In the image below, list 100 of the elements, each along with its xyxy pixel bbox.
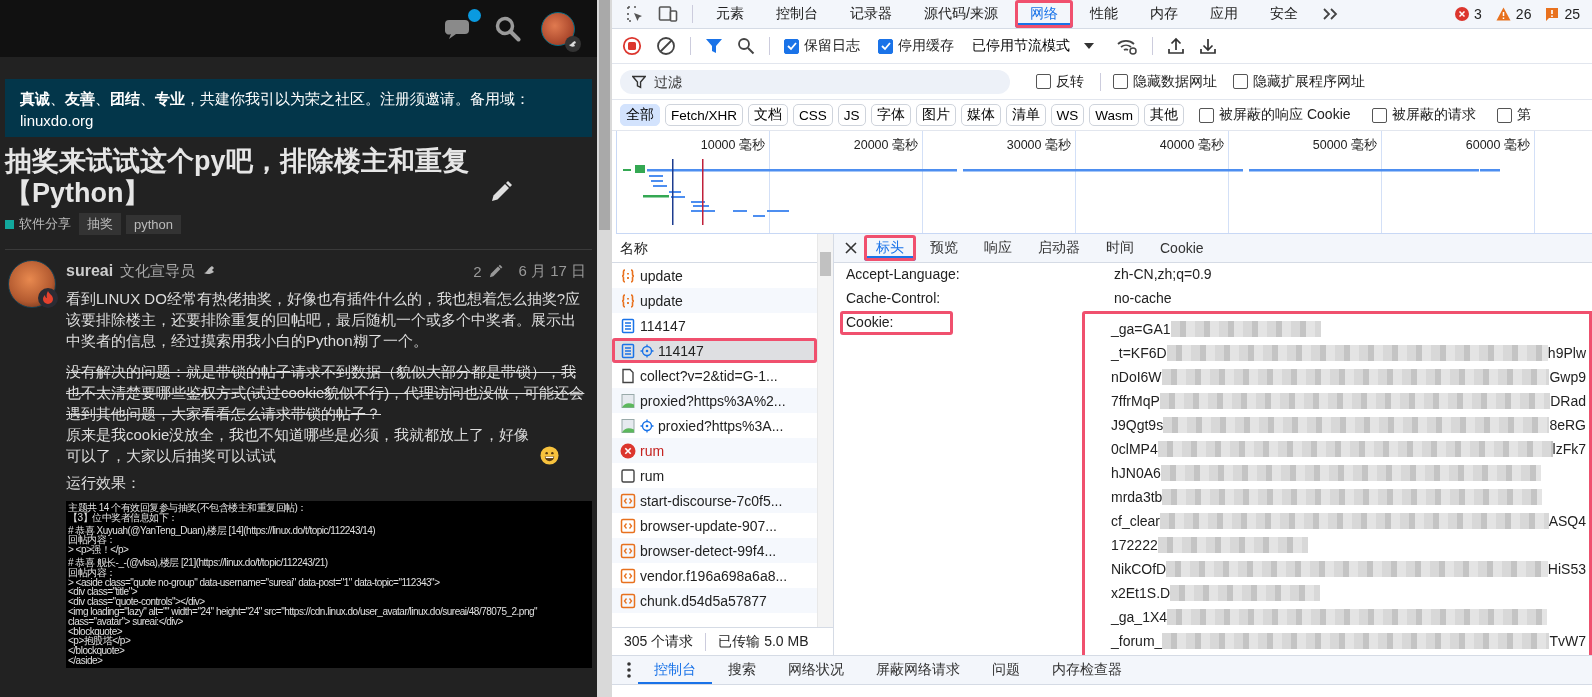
panel-tab[interactable]: 控制台 <box>761 0 833 28</box>
type-filter-chip[interactable]: 清单 <box>1005 104 1046 126</box>
pencil-icon[interactable] <box>488 263 504 279</box>
clear-icon[interactable] <box>656 36 676 56</box>
request-row[interactable]: collect?v=2&tid=G-1... <box>612 363 817 388</box>
avatar[interactable] <box>541 11 575 46</box>
request-row[interactable]: proxied?https%3A... <box>612 413 817 438</box>
type-filter-chip[interactable]: Fetch/XHR <box>665 104 744 126</box>
request-row[interactable]: chunk.d54d5a57877 <box>612 588 817 613</box>
request-row[interactable]: browser-detect-99f4... <box>612 538 817 563</box>
request-row[interactable]: rum <box>612 438 817 463</box>
inspect-icon[interactable] <box>626 5 644 23</box>
checkbox[interactable]: 隐藏数据网址 <box>1113 72 1217 91</box>
pencil-icon[interactable] <box>489 180 513 204</box>
flame-badge-icon <box>38 288 58 308</box>
scrollbar[interactable] <box>597 0 612 697</box>
request-count: 305 个请求 <box>624 632 694 651</box>
request-name: browser-update-907... <box>640 517 777 534</box>
edit-count[interactable]: 2 <box>473 262 482 280</box>
throttling-dropdown[interactable]: 已停用节流模式 <box>966 37 1100 55</box>
detail-tab[interactable]: 响应 <box>972 235 1024 261</box>
drawer-tab[interactable]: 网络状况 <box>772 656 860 684</box>
post-paragraph: 看到LINUX DO经常有热佬抽奖，好像也有插件什么的，我也想着怎么抽奖?应该要排除楼主，还要排除重复的回帖吧，最后随机一个或多个中奖者。展示出中奖者的信息，经过摸索用我小白的Python糊了一个。 <box>66 289 582 351</box>
error-icon[interactable] <box>1455 7 1470 21</box>
drawer-tab[interactable]: 搜索 <box>712 656 772 684</box>
type-filter-chip[interactable]: 图片 <box>915 104 956 126</box>
panel-tab[interactable]: 元素 <box>701 0 759 28</box>
terminal-line: 回帖内容： <box>68 567 116 578</box>
error-count: 3 <box>1474 6 1482 22</box>
checkbox[interactable]: 被屏蔽的请求 <box>1371 106 1476 124</box>
panel-tab[interactable]: 内存 <box>1134 0 1193 28</box>
search-icon[interactable] <box>737 37 755 55</box>
checkmark-icon <box>785 40 798 52</box>
warning-icon[interactable] <box>1495 7 1511 21</box>
filter-icon[interactable] <box>705 37 723 55</box>
tag[interactable]: python <box>126 214 182 234</box>
upload-icon[interactable] <box>1167 37 1185 55</box>
type-filter-chip[interactable]: Wasm <box>1089 104 1140 126</box>
detail-tab[interactable]: 标头 <box>864 235 916 261</box>
time-tick-label: 60000 毫秒 <box>1465 138 1530 152</box>
request-row[interactable]: 114147 <box>612 338 817 363</box>
request-row[interactable]: update <box>612 263 817 288</box>
checkbox[interactable]: 保留日志 <box>784 37 860 55</box>
close-icon[interactable] <box>844 241 858 255</box>
request-row[interactable]: 114147 <box>612 313 817 338</box>
info-icon[interactable] <box>1545 7 1560 21</box>
drawer-tab[interactable]: 内存检查器 <box>1036 656 1138 684</box>
panel-tab[interactable]: 记录器 <box>835 0 907 28</box>
topic-title: 抽奖来试试这个py吧，排除楼主和重复【Python】 <box>5 145 470 209</box>
checkbox[interactable]: 第 <box>1496 106 1531 124</box>
wifi-settings-icon[interactable] <box>1116 37 1138 55</box>
scrollbar[interactable] <box>817 234 833 627</box>
post-date[interactable]: 6 月 17 日 <box>518 261 586 281</box>
panel-tab[interactable]: 安全 <box>1254 0 1313 28</box>
drawer-tab[interactable]: 屏蔽网络请求 <box>860 656 976 684</box>
request-row[interactable]: start-discourse-7c0f5... <box>612 488 817 513</box>
category-name[interactable]: 软件分享 <box>19 215 71 233</box>
detail-tab[interactable]: 时间 <box>1094 235 1146 261</box>
type-filter-chip[interactable]: 全部 <box>620 104 660 126</box>
panel-tab[interactable]: 源代码/来源 <box>909 0 1013 28</box>
detail-tab[interactable]: 预览 <box>918 235 970 261</box>
request-row[interactable]: rum <box>612 463 817 488</box>
checkbox[interactable]: 隐藏扩展程序网址 <box>1233 72 1365 91</box>
device-icon[interactable] <box>658 5 678 23</box>
drawer-tab[interactable]: 控制台 <box>638 656 712 684</box>
download-icon[interactable] <box>1199 37 1217 55</box>
checkbox[interactable]: 被屏蔽的响应 Cookie <box>1199 106 1351 124</box>
username[interactable]: sureai <box>66 262 114 280</box>
detail-tab[interactable]: Cookie <box>1148 235 1216 261</box>
type-filter-chip[interactable]: 媒体 <box>960 104 1001 126</box>
checkbox[interactable]: 停用缓存 <box>878 37 954 55</box>
request-row[interactable]: vendor.f196a698a6a8... <box>612 563 817 588</box>
checkmark-icon <box>879 40 892 52</box>
more-icon[interactable] <box>626 661 632 679</box>
caret-icon <box>1084 43 1094 49</box>
request-row[interactable]: update <box>612 288 817 313</box>
filter-icon <box>632 74 646 89</box>
record-stop-icon[interactable] <box>622 36 642 56</box>
request-row[interactable]: proxied?https%3A%2... <box>612 388 817 413</box>
search-icon[interactable] <box>495 15 521 42</box>
panel-tab[interactable]: 性能 <box>1074 0 1133 28</box>
type-filter-chip[interactable]: WS <box>1050 104 1085 126</box>
double-chevron-icon[interactable] <box>1320 7 1339 21</box>
detail-tab[interactable]: 启动器 <box>1026 235 1092 261</box>
type-filter-chip[interactable]: 字体 <box>870 104 911 126</box>
request-row[interactable]: browser-update-907... <box>612 513 817 538</box>
tag[interactable]: 抽奖 <box>79 213 121 235</box>
code-file-icon <box>620 517 636 534</box>
type-filter-chip[interactable]: 文档 <box>748 104 789 126</box>
type-filter-chip[interactable]: 其他 <box>1144 104 1185 126</box>
filter-field[interactable]: 过滤 <box>620 69 1010 94</box>
time-tick-label: 20000 毫秒 <box>853 138 918 152</box>
type-filter-chip[interactable]: JS <box>837 104 866 126</box>
header-name: Cache-Control: <box>845 289 942 308</box>
panel-tab[interactable]: 网络 <box>1014 0 1073 28</box>
drawer-tab[interactable]: 问题 <box>976 656 1036 684</box>
square-icon <box>620 467 636 484</box>
checkbox[interactable]: 反转 <box>1036 72 1084 91</box>
panel-tab[interactable]: 应用 <box>1194 0 1253 28</box>
type-filter-chip[interactable]: CSS <box>793 104 833 126</box>
